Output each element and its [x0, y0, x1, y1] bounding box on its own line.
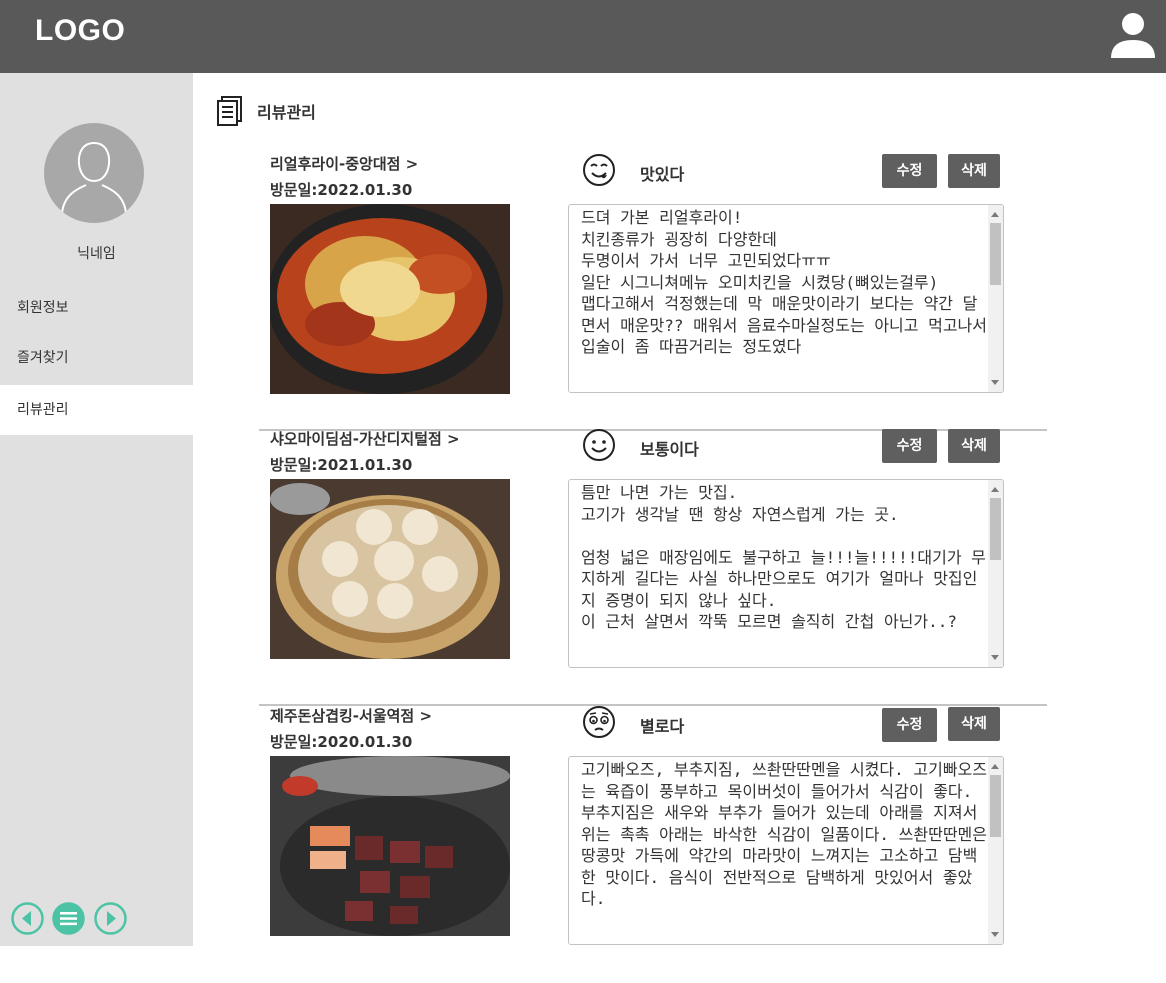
main-content: 리뷰관리 리얼후라이-중앙대점 > 방문일:2022.01.30 맛있다 수정 … [193, 73, 1166, 946]
food-photo [270, 204, 510, 394]
scrollbar[interactable] [988, 480, 1003, 667]
food-photo [270, 479, 510, 659]
review-text: 드뎌 가본 리얼후라이! 치킨종류가 굉장히 다양한데 두명이서 가서 너무 고… [581, 208, 987, 356]
scroll-down-arrow-icon[interactable] [991, 655, 999, 660]
rating-label: 별로다 [640, 717, 685, 736]
meh-face-icon [583, 706, 615, 738]
document-icon [217, 96, 242, 126]
prev-icon[interactable] [11, 902, 44, 935]
store-link[interactable]: 제주돈삼겹킹-서울역점 > [270, 705, 432, 726]
review-text: 고기빠오즈, 부추지짐, 쓰촨딴딴멘을 시켰다. 고기빠오즈는 육즙이 풍부하고… [581, 760, 987, 908]
review-textarea[interactable]: 고기빠오즈, 부추지짐, 쓰촨딴딴멘을 시켰다. 고기빠오즈는 육즙이 풍부하고… [568, 756, 1004, 945]
avatar-silhouette-icon [61, 141, 127, 214]
smile-face-icon [583, 429, 615, 461]
review-textarea[interactable]: 틈만 나면 가는 맛집. 고기가 생각날 땐 항상 자연스럽게 가는 곳. 엄청… [568, 479, 1004, 668]
avatar [44, 123, 144, 223]
nickname: 닉네임 [77, 246, 116, 262]
top-bar: LOGO [0, 0, 1166, 73]
review-card: 리얼후라이-중앙대점 > 방문일:2022.01.30 맛있다 수정 삭제 드뎌… [259, 153, 1047, 431]
scroll-down-arrow-icon[interactable] [991, 932, 999, 937]
store-link[interactable]: 샤오마이딤섬-가산디지털점 > [270, 428, 460, 449]
delete-button[interactable]: 삭제 [948, 429, 1000, 463]
sidebar-item-review-management[interactable]: 리뷰관리 [0, 385, 193, 435]
scrollbar[interactable] [988, 205, 1003, 392]
menu-icon[interactable] [52, 902, 85, 935]
sidebar-item-member-info[interactable]: 회원정보 [0, 283, 193, 333]
review-text: 틈만 나면 가는 맛집. 고기가 생각날 땐 항상 자연스럽게 가는 곳. 엄청… [581, 483, 986, 631]
visit-date: 방문일:2021.01.30 [270, 456, 413, 474]
delete-button[interactable]: 삭제 [948, 707, 1000, 741]
user-icon[interactable] [1108, 10, 1158, 60]
scroll-up-arrow-icon[interactable] [991, 212, 999, 217]
logo[interactable]: LOGO [35, 14, 125, 48]
edit-button[interactable]: 수정 [882, 429, 937, 463]
scroll-thumb[interactable] [990, 223, 1001, 285]
delete-button[interactable]: 삭제 [948, 154, 1000, 188]
food-photo [270, 756, 510, 936]
scroll-up-arrow-icon[interactable] [991, 764, 999, 769]
review-card: 샤오마이딤섬-가산디지털점 > 방문일:2021.01.30 보통이다 수정 삭… [259, 428, 1047, 706]
visit-date: 방문일:2022.01.30 [270, 181, 413, 199]
visit-date: 방문일:2020.01.30 [270, 733, 413, 751]
rating-label: 맛있다 [640, 165, 685, 184]
next-icon[interactable] [94, 902, 127, 935]
store-link[interactable]: 리얼후라이-중앙대점 > [270, 153, 418, 174]
yummy-face-icon [583, 154, 615, 186]
sidebar-item-favorites[interactable]: 즐겨찾기 [0, 333, 193, 383]
review-textarea[interactable]: 드뎌 가본 리얼후라이! 치킨종류가 굉장히 다양한데 두명이서 가서 너무 고… [568, 204, 1004, 393]
scroll-thumb[interactable] [990, 498, 1001, 560]
scroll-down-arrow-icon[interactable] [991, 380, 999, 385]
sidebar: 닉네임 회원정보 즐겨찾기 리뷰관리 [0, 73, 193, 946]
scroll-up-arrow-icon[interactable] [991, 487, 999, 492]
review-card: 제주돈삼겹킹-서울역점 > 방문일:2020.01.30 별로다 수정 삭제 고… [259, 705, 1047, 983]
edit-button[interactable]: 수정 [882, 708, 937, 742]
scroll-thumb[interactable] [990, 775, 1001, 837]
page-title: 리뷰관리 [257, 103, 316, 122]
scrollbar[interactable] [988, 757, 1003, 944]
rating-label: 보통이다 [640, 440, 699, 459]
edit-button[interactable]: 수정 [882, 154, 937, 188]
